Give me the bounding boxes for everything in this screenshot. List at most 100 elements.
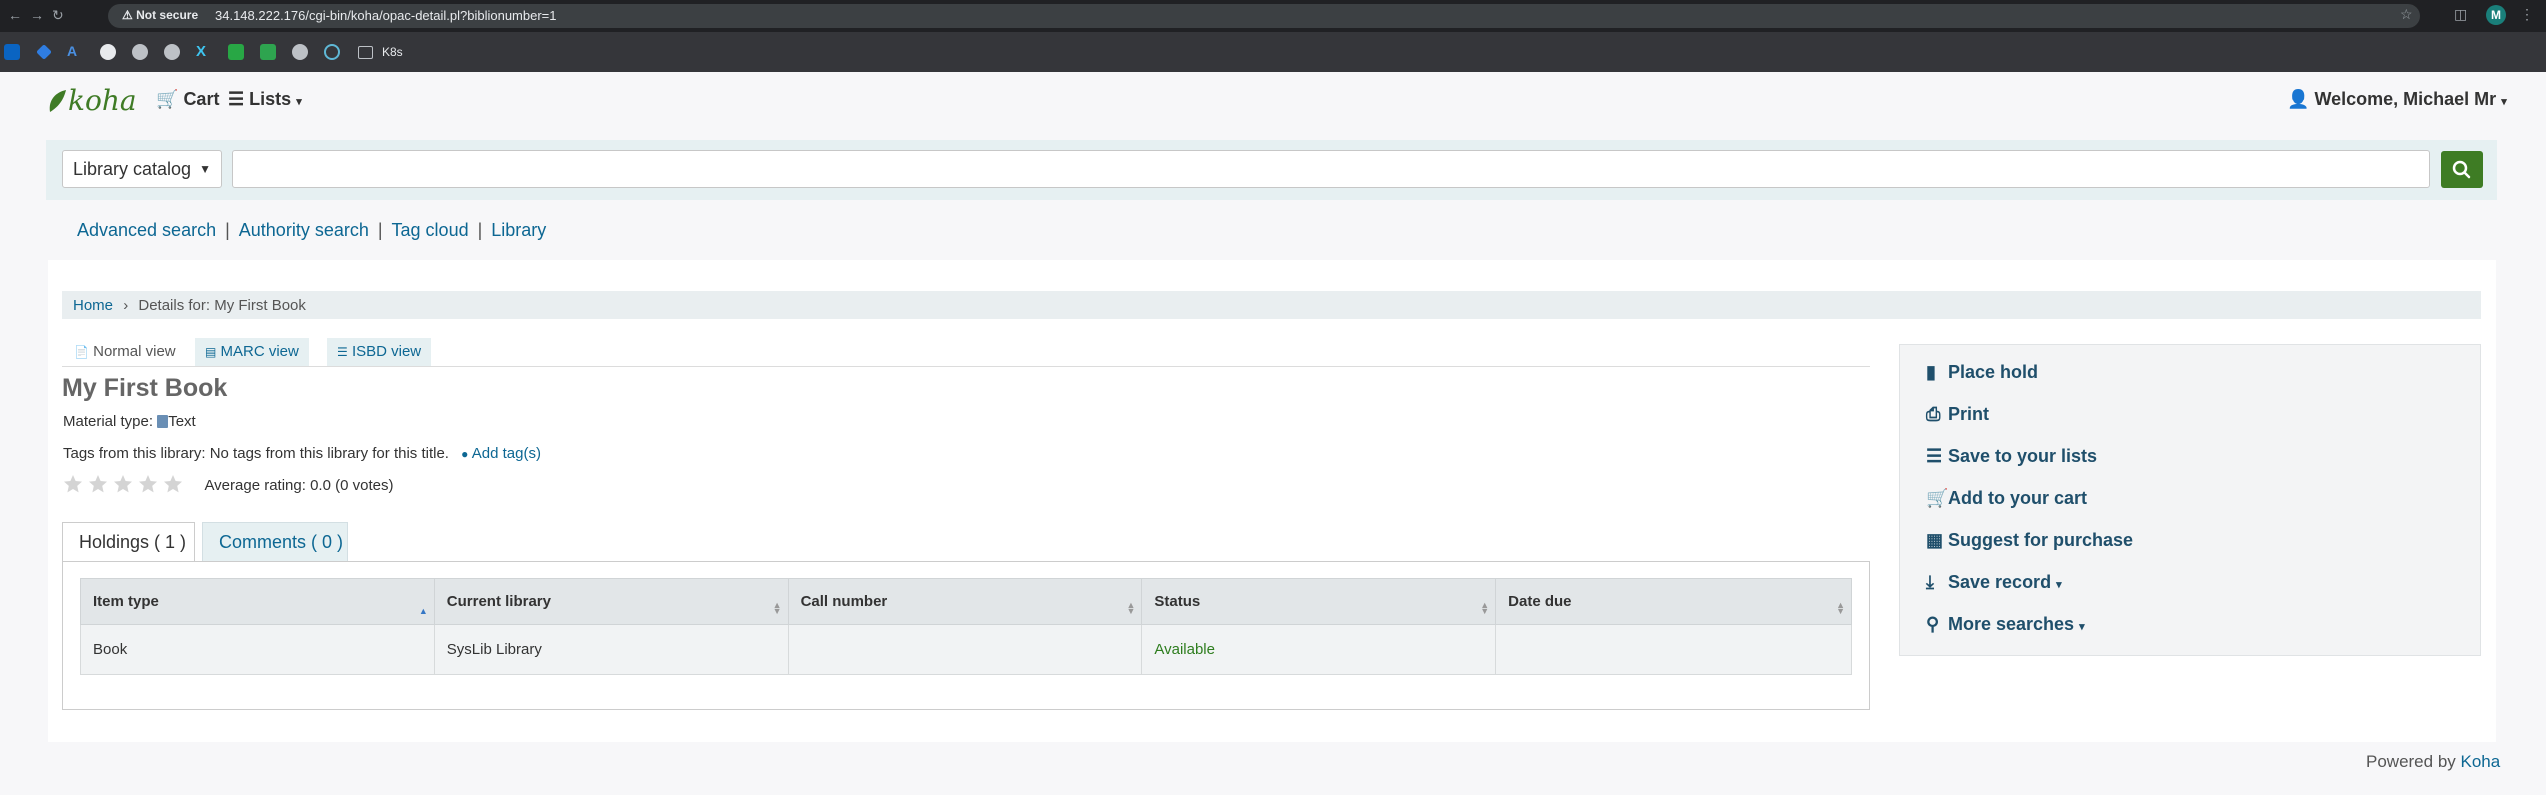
breadcrumb [62, 291, 2481, 319]
star-rating: Average rating: 0.0 (0 votes) [63, 474, 393, 499]
user-menu[interactable]: 👤 Welcome, Michael Mr ▾ [2287, 89, 2507, 110]
azure-bookmark-icon[interactable]: A [67, 43, 83, 59]
add-tags-link[interactable]: ● Add tag(s) [461, 445, 541, 462]
lists-button[interactable]: ☰ Lists ▾ [228, 89, 302, 110]
search-scope-select[interactable]: Library catalog ▼ [62, 150, 222, 188]
globe-bookmark-icon[interactable] [292, 44, 308, 60]
material-type: Material type: Text [63, 413, 196, 430]
powered-by-prefix: Powered by [2366, 752, 2456, 771]
search-input[interactable] [232, 150, 2430, 188]
material-type-label: Material type: [63, 413, 154, 430]
tab-isbd-view[interactable]: ☰ ISBD view [327, 338, 432, 366]
side-panel-icon[interactable]: ◫ [2454, 6, 2467, 23]
kubernetes-bookmark-icon[interactable]: X [196, 43, 212, 60]
column-status[interactable]: Status ▲ ▼ [1141, 578, 1497, 625]
tags-value: No tags from this library for this title… [209, 445, 449, 462]
place-hold-button[interactable]: ▮ Place hold [1926, 362, 2038, 383]
star-icon[interactable] [163, 474, 183, 494]
library-link[interactable]: Library [491, 220, 546, 240]
tab-holdings[interactable]: Holdings ( 1 ) [62, 522, 195, 562]
more-searches-links: Advanced search | Authority search | Tag clo… [77, 220, 547, 240]
koha-link[interactable]: Koha [2461, 752, 2501, 771]
cell-call-number [787, 624, 1143, 675]
save-to-lists-button[interactable]: ☰ Save to your lists [1926, 446, 2097, 467]
list-alt-icon: ▤ [205, 345, 217, 359]
column-call-number[interactable]: Call number ▲ ▼ [787, 578, 1143, 625]
bookmark-folder-label[interactable]: K8s [382, 45, 403, 59]
cart-icon: 🛒 [156, 89, 179, 109]
caret-down-icon: ▾ [2501, 96, 2507, 108]
column-label: Date due [1508, 593, 1572, 610]
security-indicator[interactable]: ⚠ Not secure [122, 8, 198, 22]
cell-date-due [1495, 624, 1852, 675]
user-icon: 👤 [2287, 89, 2310, 109]
sort-icon: ▲ ▼ [1480, 600, 1490, 616]
welcome-label: Welcome, Michael Mr [2314, 89, 2497, 109]
add-to-cart-button[interactable]: 🛒Add to your cart [1926, 488, 2087, 509]
caret-down-icon: ▾ [296, 96, 302, 108]
sort-icon: ▲ ▼ [772, 600, 782, 616]
tags-row: Tags from this library: No tags from thi… [63, 445, 541, 462]
bookmark-round-icon[interactable] [324, 44, 340, 60]
print-label: Print [1948, 404, 1990, 424]
profile-avatar[interactable]: M [2486, 5, 2506, 25]
column-label: Status [1154, 593, 1201, 610]
advanced-search-link[interactable]: Advanced search [77, 220, 216, 240]
suggest-purchase-button[interactable]: ▦ Suggest for purchase [1926, 530, 2133, 551]
tab-marc-view-label: MARC view [220, 343, 299, 360]
add-to-cart-label: Add to your cart [1948, 488, 2088, 508]
back-icon[interactable]: ← [8, 7, 22, 23]
search-icon [2452, 160, 2471, 179]
column-date-due[interactable]: Date due ▲ ▼ [1495, 578, 1852, 625]
reload-icon[interactable]: ↻ [52, 7, 64, 24]
column-label: Current library [446, 593, 551, 610]
logo-text[interactable]: koha [68, 84, 137, 117]
column-current-library[interactable]: Current library ▲ ▼ [433, 578, 789, 625]
chevron-down-icon: ▼ [199, 162, 211, 176]
globe-bookmark-icon[interactable] [132, 44, 148, 60]
gift-icon: ▦ [1926, 530, 1944, 550]
browser-menu-icon[interactable]: ⋮ [2520, 6, 2534, 23]
authority-search-link[interactable]: Authority search [239, 220, 369, 240]
cell-status: Available [1141, 624, 1497, 675]
tab-marc-view[interactable]: ▤ MARC view [195, 338, 309, 366]
breadcrumb-home-link[interactable]: Home [73, 297, 113, 314]
tag-cloud-link[interactable]: Tag cloud [392, 220, 469, 240]
print-button[interactable]: ⎙ Print [1926, 404, 1989, 425]
book-icon [157, 415, 169, 428]
star-icon[interactable] [113, 474, 133, 494]
cart-icon: 🛒 [1926, 488, 1949, 508]
search-button[interactable] [2441, 151, 2483, 188]
add-tags-label: Add tag(s) [471, 445, 541, 462]
suggest-purchase-label: Suggest for purchase [1948, 530, 2134, 550]
place-hold-label: Place hold [1948, 362, 2039, 382]
star-icon[interactable] [88, 474, 108, 494]
github-bookmark-icon[interactable] [100, 44, 116, 60]
caret-down-icon: ▾ [2056, 579, 2062, 591]
caret-down-icon: ▾ [2079, 621, 2085, 633]
search-scope-value: Library catalog [73, 159, 192, 179]
column-item-type[interactable]: Item type ▲ [80, 578, 435, 625]
star-icon[interactable] [63, 474, 83, 494]
openai-bookmark-icon[interactable] [260, 44, 276, 60]
forward-icon[interactable]: → [30, 7, 44, 23]
tab-normal-view[interactable]: 📄 Normal view [64, 338, 186, 366]
tab-comments[interactable]: Comments ( 0 ) [202, 522, 348, 562]
cart-label: Cart [183, 89, 220, 109]
sort-icon: ▲ ▼ [1836, 600, 1845, 616]
terminal-bookmark-icon[interactable] [228, 44, 244, 60]
bookmark-star-icon[interactable]: ☆ [2400, 6, 2413, 23]
outlook-bookmark-icon[interactable] [4, 44, 20, 60]
security-label: Not secure [136, 8, 199, 22]
more-searches-button[interactable]: ⚲ More searches ▾ [1926, 614, 2085, 635]
globe-bookmark-icon[interactable] [164, 44, 180, 60]
column-label: Item type [93, 593, 159, 610]
save-record-button[interactable]: ⤓ Save record ▾ [1926, 572, 2062, 593]
tab-isbd-view-label: ISBD view [351, 343, 422, 360]
url-text[interactable]: 34.148.222.176/cgi-bin/koha/opac-detail.… [215, 8, 557, 23]
cart-button[interactable]: 🛒 Cart [156, 89, 219, 110]
folder-icon[interactable] [358, 46, 373, 59]
cell-current-library: SysLib Library [433, 624, 789, 675]
star-icon[interactable] [138, 474, 158, 494]
chevron-right-icon: › [123, 297, 129, 314]
